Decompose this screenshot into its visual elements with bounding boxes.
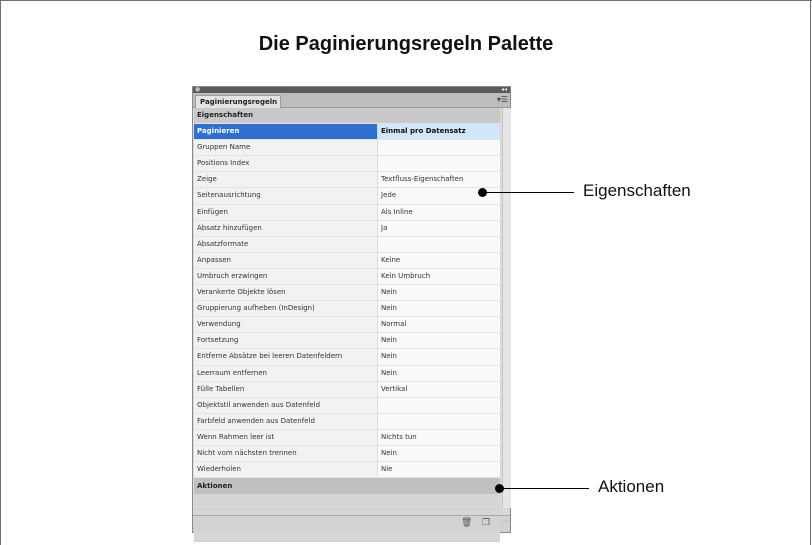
property-row[interactable]: Seitenausrichtung Jede — [194, 188, 500, 205]
top-divider — [0, 0, 812, 1]
tab-pagination-rules[interactable]: Paginierungsregeln — [195, 95, 281, 108]
property-key: Anpassen — [194, 252, 378, 268]
property-row[interactable]: Umbruch erzwingen Kein Umbruch — [194, 268, 500, 286]
property-value[interactable]: Nichts tun — [378, 429, 500, 445]
property-value[interactable] — [378, 156, 500, 172]
property-key: Umbruch erzwingen — [194, 268, 378, 285]
callout-label-properties: Eigenschaften — [583, 181, 691, 200]
pagination-rules-panel: ● ◂◂ Paginierungsregeln ▾☰ Eigenschaften… — [192, 86, 511, 543]
property-key: Absatzformate — [194, 236, 378, 252]
property-key: Nicht vom nächsten trennen — [194, 445, 378, 462]
property-row[interactable]: Wenn Rahmen leer ist Nichts tun — [194, 429, 500, 446]
property-key: Wiederholen — [194, 462, 378, 478]
property-key: Verankerte Objekte lösen — [194, 285, 378, 301]
property-row[interactable]: Absatz hinzufügen Ja — [194, 220, 500, 237]
property-value[interactable]: Nein — [378, 445, 500, 462]
property-key: Verwendung — [194, 317, 378, 333]
property-value[interactable]: Normal — [378, 317, 500, 333]
property-key: Gruppen Name — [194, 140, 378, 156]
property-key: Zeige — [194, 172, 378, 188]
property-key: Entferne Absätze bei leeren Datenfeldern — [194, 349, 378, 365]
property-key: Absatz hinzufügen — [194, 220, 378, 236]
property-row[interactable]: Objektstil anwenden aus Datenfeld — [194, 397, 500, 414]
properties-table: Eigenschaften Paginieren Einmal pro Daten… — [194, 108, 500, 543]
property-value[interactable]: Keine — [378, 252, 500, 268]
property-key: Gruppierung aufheben (InDesign) — [194, 301, 378, 317]
property-value[interactable]: Nein — [378, 333, 500, 349]
section-header-actions: Aktionen — [194, 478, 500, 495]
property-key: Farbfeld anwenden aus Datenfeld — [194, 413, 378, 429]
panel-menu-icon[interactable]: ▾☰ — [497, 94, 508, 106]
property-row[interactable]: Positions Index — [194, 156, 500, 173]
property-key: Seitenausrichtung — [194, 188, 378, 204]
property-row[interactable]: Fülle Tabellen Vertikal — [194, 381, 500, 398]
property-key: Wenn Rahmen leer ist — [194, 429, 378, 445]
property-row[interactable]: Entferne Absätze bei leeren Datenfeldern… — [194, 349, 500, 366]
section-header-properties: Eigenschaften — [194, 108, 500, 125]
callout-label-actions: Aktionen — [598, 477, 665, 496]
property-value[interactable] — [378, 140, 500, 156]
section-header-label: Eigenschaften — [197, 111, 254, 119]
page-title: Die Paginierungsregeln Palette — [258, 33, 554, 55]
property-value[interactable]: Nein — [378, 285, 500, 301]
property-key: Einfügen — [194, 204, 378, 220]
property-value[interactable]: Nie — [378, 462, 500, 478]
property-row[interactable]: Verwendung Normal — [194, 317, 500, 334]
property-row[interactable]: Leerraum entfernen Nein — [194, 365, 500, 382]
property-row[interactable]: Verankerte Objekte lösen Nein — [194, 285, 500, 302]
property-row[interactable]: Wiederholen Nie — [194, 462, 500, 479]
property-value[interactable]: Nein — [378, 349, 500, 365]
property-key: Fülle Tabellen — [194, 381, 378, 397]
trash-icon[interactable]: 🗑 — [461, 518, 472, 529]
property-value[interactable]: Textfluss-Eigenschaften — [378, 172, 500, 188]
property-row[interactable]: Gruppierung aufheben (InDesign) Nein — [194, 301, 500, 318]
property-row[interactable]: Gruppen Name — [194, 140, 500, 157]
panel-footer: 🗑 ❐ ⋰ — [193, 515, 510, 532]
property-key: Fortsetzung — [194, 333, 378, 349]
property-row[interactable]: Anpassen Keine — [194, 252, 500, 269]
property-value[interactable] — [378, 236, 500, 252]
property-row[interactable]: Paginieren Einmal pro Datensatz — [194, 124, 500, 141]
new-item-icon[interactable]: ❐ — [481, 518, 491, 529]
property-row[interactable]: Absatzformate — [194, 236, 500, 253]
property-value[interactable]: Ja — [378, 220, 500, 236]
resize-grip-icon[interactable]: ⋰ — [499, 518, 509, 529]
panel-tabbar: Paginierungsregeln ▾☰ — [193, 93, 510, 108]
property-row[interactable]: Zeige Textfluss-Eigenschaften — [194, 172, 500, 189]
action-row[interactable] — [194, 494, 500, 511]
property-row[interactable]: Fortsetzung Nein — [194, 333, 500, 350]
property-key: Paginieren — [194, 124, 378, 140]
property-value[interactable]: Vertikal — [378, 381, 500, 397]
scrollbar[interactable] — [502, 108, 511, 508]
callout-line-properties — [485, 192, 574, 193]
property-value[interactable]: Einmal pro Datensatz — [378, 124, 500, 140]
property-key: Positions Index — [194, 156, 378, 172]
property-value[interactable] — [378, 413, 500, 429]
property-value[interactable]: Als Inline — [378, 204, 500, 220]
property-row[interactable]: Farbfeld anwenden aus Datenfeld — [194, 413, 500, 430]
property-value[interactable]: Nein — [378, 301, 500, 317]
property-row[interactable]: Einfügen Als Inline — [194, 204, 500, 221]
property-key: Objektstil anwenden aus Datenfeld — [194, 397, 378, 413]
callout-line-actions — [502, 488, 589, 489]
property-value[interactable]: Nein — [378, 365, 500, 381]
property-key: Leerraum entfernen — [194, 365, 378, 381]
property-value[interactable] — [378, 397, 500, 413]
property-value[interactable]: Kein Umbruch — [378, 268, 500, 285]
property-row[interactable]: Nicht vom nächsten trennen Nein — [194, 445, 500, 463]
